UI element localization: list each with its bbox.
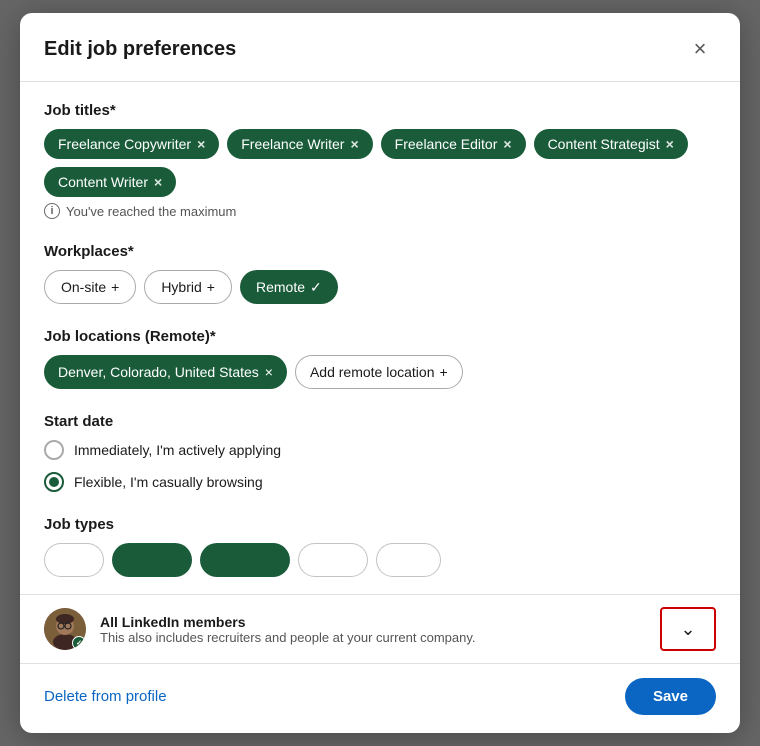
visibility-info: All LinkedIn members This also includes … xyxy=(100,614,646,645)
remove-content-strategist[interactable]: × xyxy=(666,136,674,152)
max-notice: i You've reached the maximum xyxy=(44,203,716,219)
avatar: ✓ xyxy=(44,608,86,650)
modal-body: Job titles* Freelance Copywriter × Freel… xyxy=(20,82,740,594)
job-title-tag-freelance-editor[interactable]: Freelance Editor × xyxy=(381,129,526,159)
add-remote-location-button[interactable]: Add remote location + xyxy=(295,355,463,389)
visibility-bar: ✓ All LinkedIn members This also include… xyxy=(20,594,740,663)
remove-freelance-editor[interactable]: × xyxy=(503,136,511,152)
job-type-2[interactable] xyxy=(112,543,192,577)
modal-title: Edit job preferences xyxy=(44,38,236,61)
close-button[interactable]: × xyxy=(684,33,716,65)
job-types-section: Job types xyxy=(44,516,716,577)
start-date-options: Immediately, I'm actively applying Flexi… xyxy=(44,440,716,492)
job-locations-section: Job locations (Remote)* Denver, Colorado… xyxy=(44,328,716,389)
info-icon: i xyxy=(44,203,60,219)
job-title-tag-content-strategist[interactable]: Content Strategist × xyxy=(534,129,688,159)
job-type-3[interactable] xyxy=(200,543,290,577)
remove-denver-location[interactable]: × xyxy=(265,364,273,380)
visibility-subtitle: This also includes recruiters and people… xyxy=(100,630,646,645)
job-locations-tags: Denver, Colorado, United States × Add re… xyxy=(44,355,716,389)
workplaces-label: Workplaces* xyxy=(44,243,716,260)
job-types-label: Job types xyxy=(44,516,716,533)
job-type-1[interactable] xyxy=(44,543,104,577)
job-titles-tags: Freelance Copywriter × Freelance Writer … xyxy=(44,129,716,197)
job-locations-label: Job locations (Remote)* xyxy=(44,328,716,345)
edit-job-preferences-modal: Edit job preferences × Job titles* Freel… xyxy=(20,13,740,733)
radio-flexible[interactable] xyxy=(44,472,64,492)
remove-freelance-writer[interactable]: × xyxy=(350,136,358,152)
job-type-4[interactable] xyxy=(298,543,368,577)
modal-overlay: Edit job preferences × Job titles* Freel… xyxy=(0,0,760,746)
job-type-5[interactable] xyxy=(376,543,441,577)
visibility-title: All LinkedIn members xyxy=(100,614,646,630)
start-date-label: Start date xyxy=(44,413,716,430)
start-date-section: Start date Immediately, I'm actively app… xyxy=(44,413,716,492)
job-title-tag-freelance-writer[interactable]: Freelance Writer × xyxy=(227,129,372,159)
start-date-flexible[interactable]: Flexible, I'm casually browsing xyxy=(44,472,716,492)
workplaces-section: Workplaces* On-site + Hybrid + Remote ✓ xyxy=(44,243,716,304)
radio-immediately[interactable] xyxy=(44,440,64,460)
job-titles-label: Job titles* xyxy=(44,102,716,119)
remove-freelance-copywriter[interactable]: × xyxy=(197,136,205,152)
job-title-tag-freelance-copywriter[interactable]: Freelance Copywriter × xyxy=(44,129,219,159)
remove-content-writer[interactable]: × xyxy=(154,174,162,190)
start-date-immediately[interactable]: Immediately, I'm actively applying xyxy=(44,440,716,460)
save-button[interactable]: Save xyxy=(625,678,716,715)
modal-actions: Delete from profile Save xyxy=(20,663,740,733)
job-types-tags xyxy=(44,543,716,577)
modal-header: Edit job preferences × xyxy=(20,13,740,82)
chevron-down-icon: ⌄ xyxy=(680,619,695,640)
workplace-onsite[interactable]: On-site + xyxy=(44,270,136,304)
workplaces-options: On-site + Hybrid + Remote ✓ xyxy=(44,270,716,304)
job-title-tag-content-writer[interactable]: Content Writer × xyxy=(44,167,176,197)
workplace-remote[interactable]: Remote ✓ xyxy=(240,270,338,304)
delete-from-profile-button[interactable]: Delete from profile xyxy=(44,688,167,705)
job-titles-section: Job titles* Freelance Copywriter × Freel… xyxy=(44,102,716,219)
workplace-hybrid[interactable]: Hybrid + xyxy=(144,270,232,304)
visibility-dropdown-button[interactable]: ⌄ xyxy=(660,607,716,651)
location-denver[interactable]: Denver, Colorado, United States × xyxy=(44,355,287,389)
